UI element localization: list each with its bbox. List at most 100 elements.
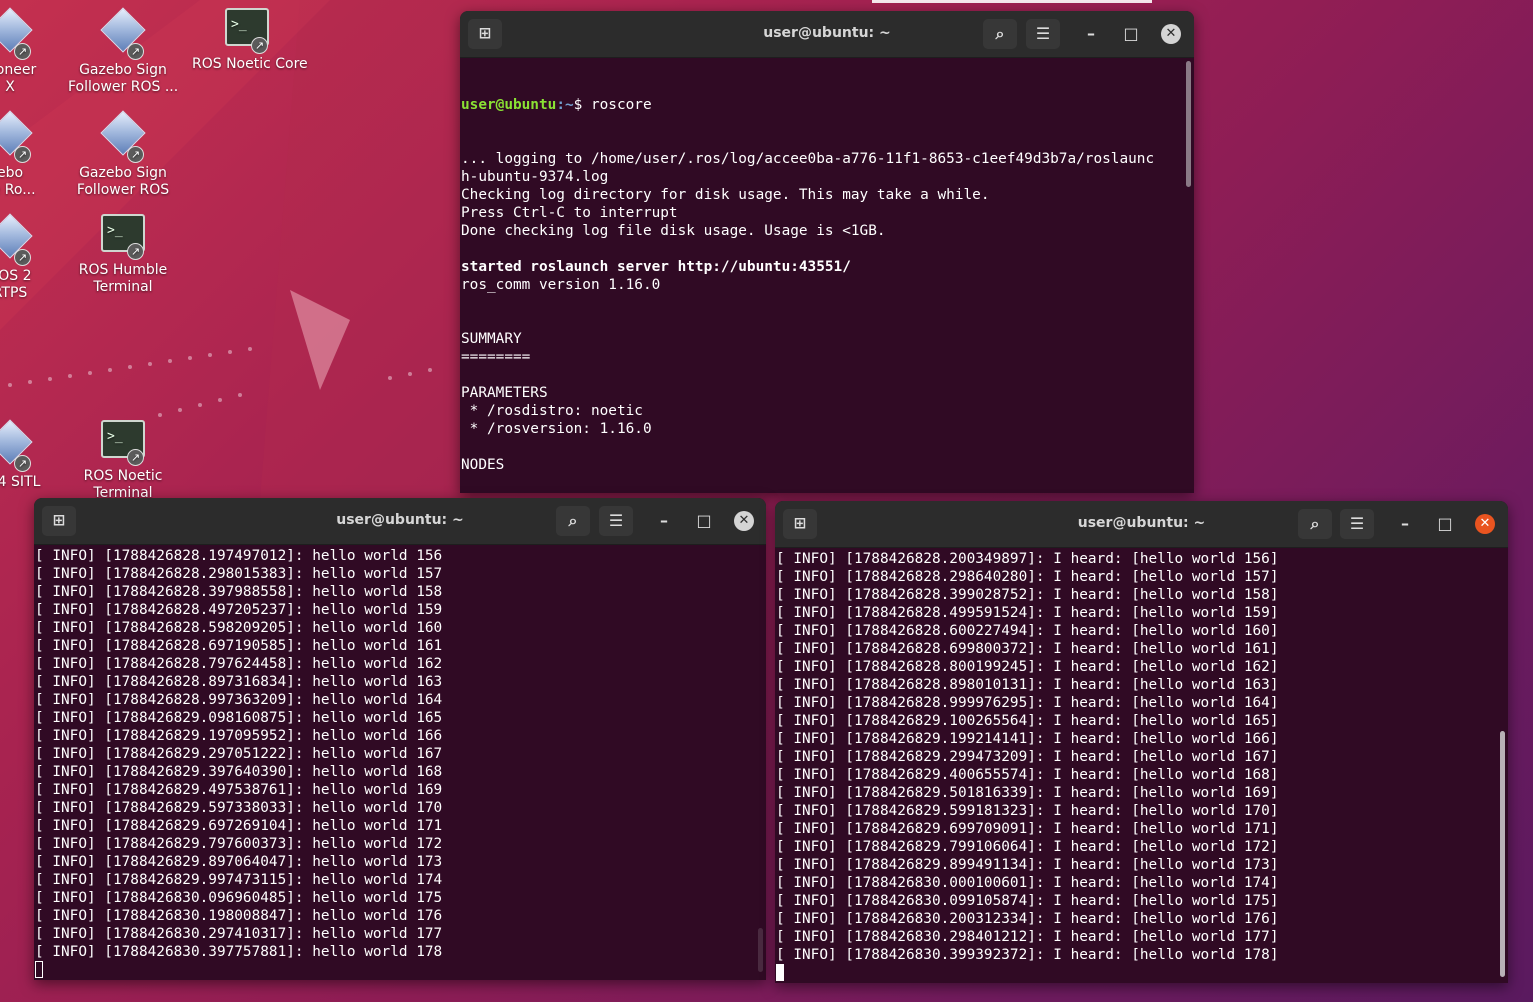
terminal-icon: >_ ↗ (224, 8, 270, 54)
close-button[interactable]: ✕ (1161, 24, 1181, 44)
prompt-line: user@ubuntu:~$ roscore (461, 96, 1194, 114)
log-line: [ INFO] [1788426828.298015383]: hello wo… (35, 566, 443, 582)
shortcut-label: ROS Noetic Terminal (83, 468, 163, 501)
log-line: [ INFO] [1788426829.997473115]: hello wo… (35, 872, 443, 888)
desktop-shortcut[interactable]: ↗ Pioneer X (0, 7, 65, 96)
listener-terminal-window[interactable]: ⊞ user@ubuntu: ~ ⌕ ☰ – □ ✕ [ INFO] [1788… (775, 501, 1508, 983)
terminal-line: Done checking log file disk usage. Usage… (461, 223, 886, 239)
log-line: [ INFO] [1788426829.899491134]: I heard:… (776, 857, 1279, 873)
desktop-shortcut[interactable]: >_ ↗ ROS Noetic Terminal (68, 420, 178, 502)
talker-terminal-window[interactable]: ⊞ user@ubuntu: ~ ⌕ ☰ – □ ✕ [ INFO] [1788… (34, 498, 766, 980)
minimize-icon: – (1087, 24, 1095, 43)
minimize-icon: – (1401, 514, 1409, 533)
log-line: [ INFO] [1788426830.198008847]: hello wo… (35, 908, 443, 924)
shortcut-arrow-icon: ↗ (14, 249, 31, 266)
log-line: [ INFO] [1788426829.100265564]: I heard:… (776, 713, 1279, 729)
log-line: [ INFO] [1788426828.600227494]: I heard:… (776, 623, 1279, 639)
log-line: [ INFO] [1788426829.699709091]: I heard:… (776, 821, 1279, 837)
search-button[interactable]: ⌕ (1298, 509, 1332, 539)
log-line: [ INFO] [1788426828.797624458]: hello wo… (35, 656, 443, 672)
log-line: [ INFO] [1788426829.797600373]: hello wo… (35, 836, 443, 852)
maximize-icon: □ (696, 511, 712, 530)
log-line: [ INFO] [1788426829.799106064]: I heard:… (776, 839, 1279, 855)
gazebo-icon: ↗ (100, 7, 146, 60)
shortcut-arrow-icon: ↗ (251, 37, 268, 54)
log-line: [ INFO] [1788426828.197497012]: hello wo… (35, 548, 443, 564)
close-button[interactable]: ✕ (734, 511, 754, 531)
close-button[interactable]: ✕ (1475, 514, 1495, 534)
log-line: [ INFO] [1788426829.897064047]: hello wo… (35, 854, 443, 870)
log-line: [ INFO] [1788426828.397988558]: hello wo… (35, 584, 443, 600)
log-line: [ INFO] [1788426828.200349897]: I heard:… (776, 551, 1279, 567)
menu-button[interactable]: ☰ (1026, 19, 1060, 49)
close-icon: ✕ (1165, 26, 1177, 41)
maximize-button[interactable]: □ (687, 506, 721, 536)
menu-button[interactable]: ☰ (1340, 509, 1374, 539)
titlebar[interactable]: ⊞ user@ubuntu: ~ ⌕ ☰ – □ ✕ (775, 501, 1508, 548)
shortcut-arrow-icon: ↗ (14, 455, 31, 472)
search-icon: ⌕ (568, 511, 578, 530)
shortcut-label: Gazebo Sign Follower ROS ... (68, 62, 179, 95)
log-line: [ INFO] [1788426828.298640280]: I heard:… (776, 569, 1279, 585)
gazebo-icon: ↗ (0, 213, 33, 266)
log-line: [ INFO] [1788426829.599181323]: I heard:… (776, 803, 1279, 819)
scrollbar[interactable] (1500, 731, 1505, 977)
log-line: [ INFO] [1788426829.497538761]: hello wo… (35, 782, 443, 798)
terminal-icon: >_ ↗ (100, 420, 146, 466)
minimize-button[interactable]: – (1074, 19, 1108, 49)
log-line: [ INFO] [1788426830.397757881]: hello wo… (35, 944, 443, 960)
terminal-line: ... logging to /home/user/.ros/log/accee… (461, 151, 1155, 167)
gazebo-icon: ↗ (0, 110, 33, 163)
shortcut-arrow-icon: ↗ (127, 243, 144, 260)
desktop-shortcut[interactable]: ↗ PX4 SITL (0, 419, 65, 491)
log-line: [ INFO] [1788426829.501816339]: I heard:… (776, 785, 1279, 801)
minimize-button[interactable]: – (1388, 509, 1422, 539)
maximize-button[interactable]: □ (1428, 509, 1462, 539)
cursor (35, 961, 766, 979)
titlebar[interactable]: ⊞ user@ubuntu: ~ ⌕ ☰ – □ ✕ (34, 498, 766, 545)
shortcut-label: Gazebo Sign Follower ROS (76, 165, 170, 198)
desktop-shortcut[interactable]: ↗ Gazebo Sign Follower ROS (68, 110, 178, 199)
scrollbar[interactable] (1186, 61, 1191, 187)
desktop-shortcut[interactable]: ↗ ROS 2 RTPS (0, 213, 65, 302)
scrollbar[interactable] (758, 928, 763, 972)
terminal-line: h-ubuntu-9374.log (461, 169, 609, 185)
shortcut-label: PX4 SITL (0, 474, 41, 490)
search-button[interactable]: ⌕ (983, 19, 1017, 49)
desktop-shortcut[interactable]: >_ ↗ ROS Noetic Core (192, 8, 308, 73)
search-icon: ⌕ (995, 24, 1005, 43)
hamburger-icon: ☰ (608, 511, 624, 530)
prompt-command: $ roscore (573, 97, 652, 113)
cursor (776, 964, 1508, 982)
desktop-shortcut[interactable]: ↗ Gazebo Sign Follower ROS ... (68, 7, 179, 96)
minimize-button[interactable]: – (647, 506, 681, 536)
gazebo-icon: ↗ (0, 419, 33, 472)
titlebar[interactable]: ⊞ user@ubuntu: ~ ⌕ ☰ – □ ✕ (460, 11, 1194, 58)
search-button[interactable]: ⌕ (556, 506, 590, 536)
terminal-output[interactable]: [ INFO] [1788426828.200349897]: I heard:… (775, 548, 1508, 983)
terminal-output[interactable]: user@ubuntu:~$ roscore ... logging to /h… (460, 58, 1194, 493)
prompt-user: user@ubuntu (461, 97, 557, 113)
log-line: [ INFO] [1788426829.197095952]: hello wo… (35, 728, 443, 744)
shortcut-arrow-icon: ↗ (127, 449, 144, 466)
log-line: [ INFO] [1788426830.298401212]: I heard:… (776, 929, 1279, 945)
menu-button[interactable]: ☰ (599, 506, 633, 536)
log-line: [ INFO] [1788426830.099105874]: I heard:… (776, 893, 1279, 909)
maximize-button[interactable]: □ (1114, 19, 1148, 49)
log-line: [ INFO] [1788426829.397640390]: hello wo… (35, 764, 443, 780)
log-line: [ INFO] [1788426829.098160875]: hello wo… (35, 710, 443, 726)
close-icon: ✕ (738, 513, 750, 528)
log-line: [ INFO] [1788426830.096960485]: hello wo… (35, 890, 443, 906)
shortcut-arrow-icon: ↗ (127, 43, 144, 60)
roscore-terminal-window[interactable]: ⊞ user@ubuntu: ~ ⌕ ☰ – □ ✕ user@ubuntu:~… (460, 11, 1194, 493)
terminal-output[interactable]: [ INFO] [1788426828.197497012]: hello wo… (34, 545, 766, 980)
shortcut-arrow-icon: ↗ (127, 146, 144, 163)
desktop-shortcut[interactable]: ↗ ebo se Ro... (0, 110, 65, 199)
desktop-shortcut[interactable]: >_ ↗ ROS Humble Terminal (68, 214, 178, 296)
terminal-line: auto-starting new master (461, 492, 1194, 493)
terminal-icon: >_ ↗ (100, 214, 146, 260)
gazebo-icon: ↗ (0, 7, 33, 60)
